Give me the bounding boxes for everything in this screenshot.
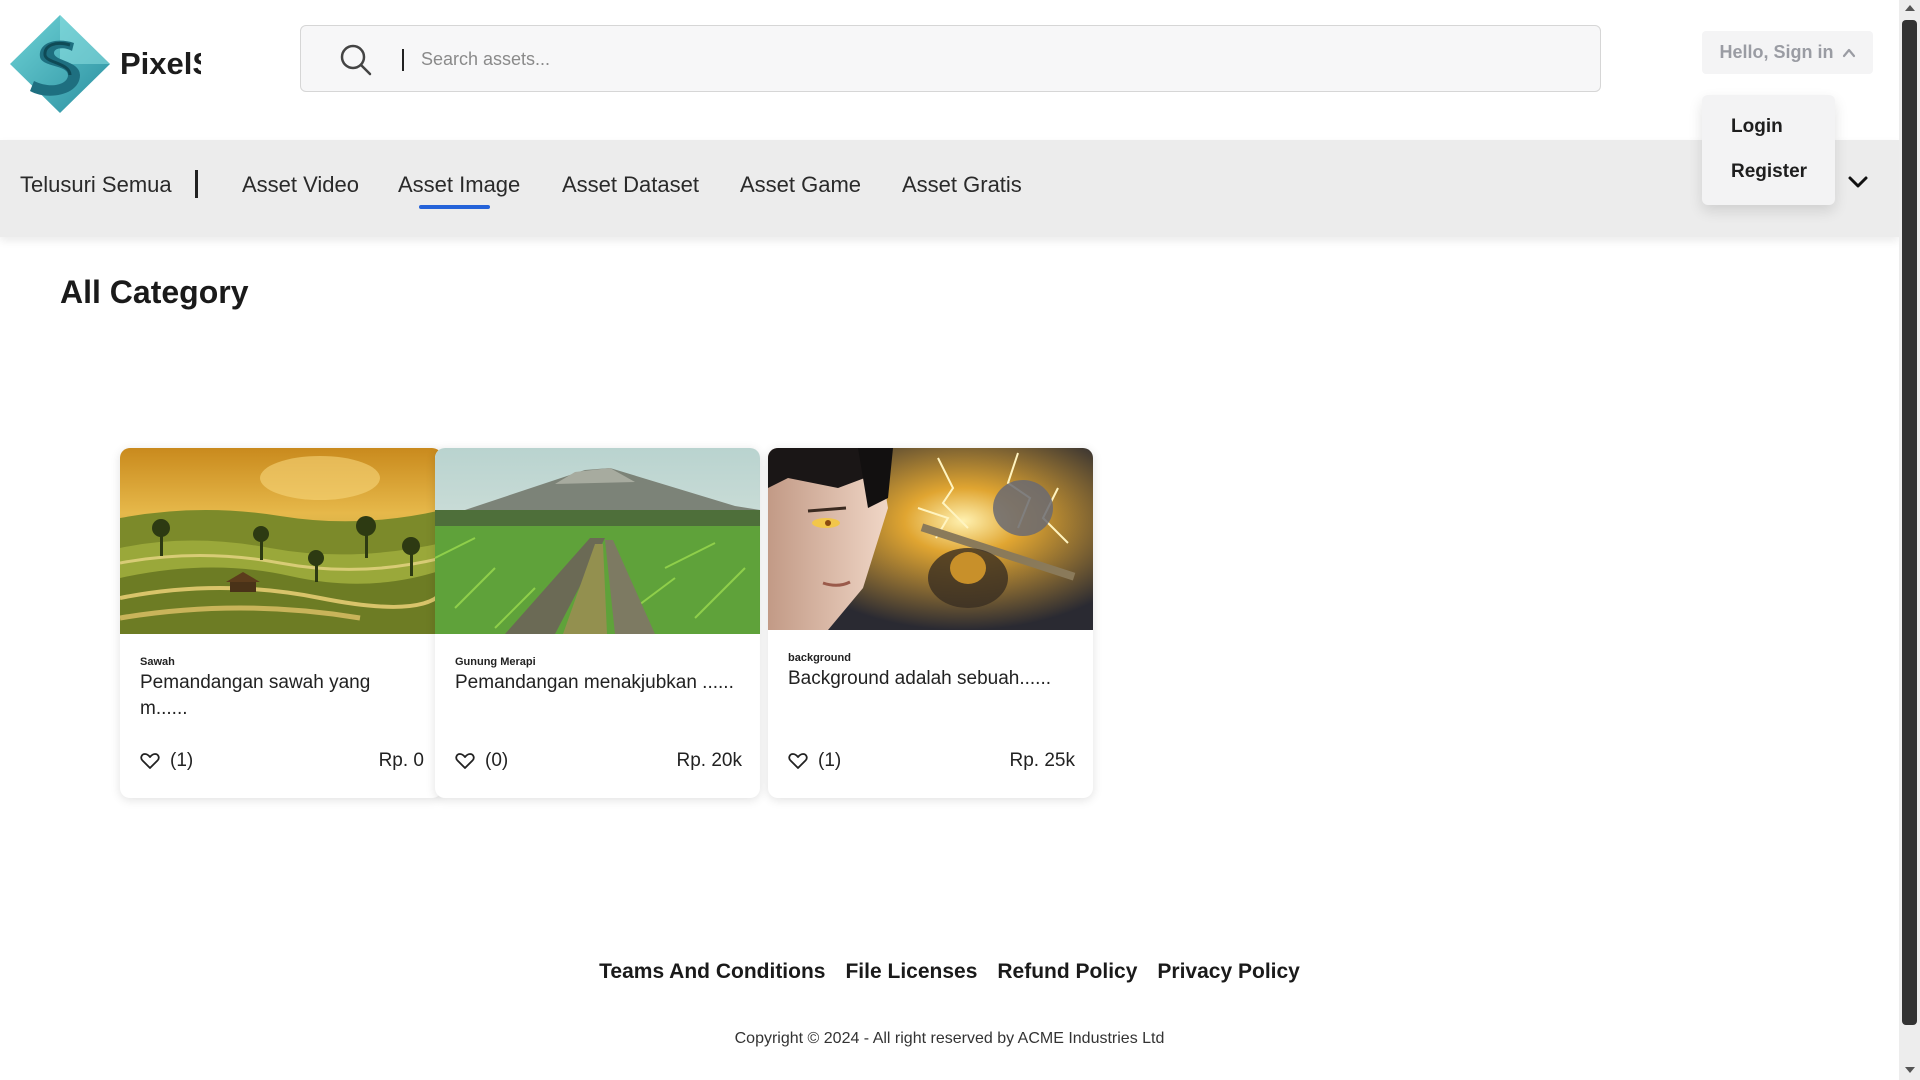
card-price: Rp. 0 (378, 750, 424, 771)
page-title: All Category (60, 274, 249, 310)
category-nav: Telusuri Semua Asset Video Asset Image A… (0, 140, 1899, 237)
rice-terrace-image[interactable] (120, 448, 442, 634)
heart-icon (455, 753, 475, 769)
heart-icon (140, 753, 160, 769)
card-price: Rp. 25k (1009, 750, 1075, 771)
chevron-down-icon[interactable] (1846, 170, 1870, 194)
like-button[interactable]: (1) (140, 750, 193, 772)
footer-links: Teams And Conditions File Licenses Refun… (0, 960, 1899, 984)
search-bar[interactable] (300, 25, 1601, 92)
footer-link-terms[interactable]: Teams And Conditions (599, 960, 825, 984)
scrollbar-thumb[interactable] (1902, 20, 1917, 1025)
like-count: (1) (818, 750, 842, 771)
card-title[interactable]: Pemandangan sawah yang m...... (140, 670, 400, 722)
like-button[interactable]: (1) (788, 750, 841, 772)
card-title[interactable]: Background adalah sebuah...... (788, 666, 1078, 692)
heart-icon (788, 753, 808, 769)
card-title[interactable]: Pemandangan menakjubkan ...... (455, 670, 745, 696)
nav-divider (195, 170, 198, 198)
asset-card[interactable]: background Background adalah sebuah.....… (768, 448, 1093, 798)
card-category: background (788, 652, 851, 664)
scroll-down-arrow-icon[interactable] (1905, 1067, 1915, 1073)
card-price: Rp. 20k (676, 750, 742, 771)
like-count: (0) (485, 750, 509, 771)
footer-link-licenses[interactable]: File Licenses (845, 960, 977, 984)
brand-name[interactable]: PixelS (120, 46, 201, 82)
fantasy-warrior-image[interactable] (768, 448, 1093, 630)
card-category: Sawah (140, 656, 175, 668)
footer-link-privacy[interactable]: Privacy Policy (1157, 960, 1299, 984)
nav-asset-game[interactable]: Asset Game (740, 172, 861, 198)
login-menu-item[interactable]: Login (1731, 116, 1783, 138)
nav-browse-all[interactable]: Telusuri Semua (20, 172, 172, 198)
card-category: Gunung Merapi (455, 656, 536, 668)
scroll-up-arrow-icon[interactable] (1905, 5, 1915, 11)
account-dropdown: Login Register (1702, 95, 1835, 205)
search-icon[interactable] (339, 43, 373, 77)
nav-asset-image[interactable]: Asset Image (398, 172, 520, 198)
like-button[interactable]: (0) (455, 750, 508, 772)
search-input[interactable] (421, 44, 1521, 74)
nav-asset-dataset[interactable]: Asset Dataset (562, 172, 699, 198)
search-text-cursor (402, 49, 404, 71)
copyright-text: Copyright © 2024 - All right reserved by… (734, 1030, 1165, 1047)
nav-asset-gratis[interactable]: Asset Gratis (902, 172, 1022, 198)
register-menu-item[interactable]: Register (1731, 161, 1807, 183)
like-count: (1) (170, 750, 194, 771)
pixels-logo-icon[interactable] (10, 15, 110, 113)
mountain-field-image[interactable] (435, 448, 760, 634)
asset-card[interactable]: Gunung Merapi Pemandangan menakjubkan ..… (435, 448, 760, 798)
page-scrollbar[interactable] (1899, 0, 1920, 1080)
header: PixelS Hello, Sign in (0, 0, 1899, 140)
asset-card[interactable]: Sawah Pemandangan sawah yang m...... (1)… (120, 448, 442, 798)
nav-asset-video[interactable]: Asset Video (242, 172, 359, 198)
nav-active-indicator (419, 205, 490, 209)
footer-link-refund[interactable]: Refund Policy (997, 960, 1137, 984)
signin-label: Hello, Sign in (1719, 42, 1834, 62)
chevron-up-icon (1842, 48, 1855, 57)
signin-button[interactable]: Hello, Sign in (1702, 31, 1873, 74)
